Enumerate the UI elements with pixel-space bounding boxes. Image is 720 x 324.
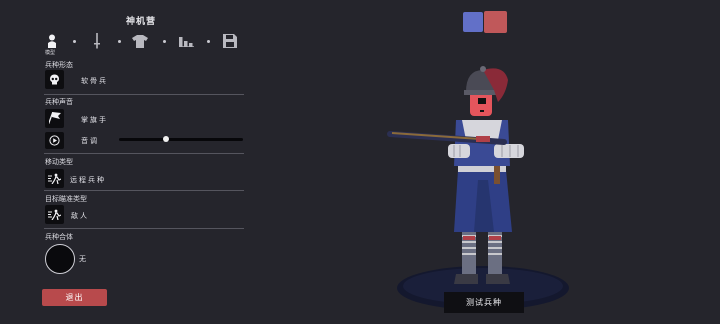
shirt-icon [132, 34, 148, 48]
tab-stats[interactable] [178, 32, 194, 50]
save-icon [223, 34, 237, 48]
unit-editor-panel: 神机营 模型 兵种形态 软骨兵 兵种声音 掌旗手 音调 移动类型 远程兵种 目标… [0, 0, 252, 324]
pitch-play-button[interactable] [45, 132, 64, 149]
team-blue-swatch[interactable] [463, 12, 483, 32]
voice-value: 掌旗手 [81, 116, 108, 124]
stats-icon [178, 35, 194, 47]
pitch-slider[interactable] [119, 136, 243, 142]
targeting-label: 目标瞄准类型 [45, 195, 87, 203]
appearance-label: 兵种形态 [45, 61, 73, 69]
exit-button[interactable]: 退出 [42, 289, 107, 306]
tab-model-label: 模型 [45, 50, 56, 56]
tab-separator-dot [163, 40, 166, 43]
sword-icon [93, 33, 101, 49]
movement-label: 移动类型 [45, 158, 73, 166]
appearance-button[interactable] [45, 70, 64, 89]
play-icon [49, 131, 60, 150]
tab-separator-dot [118, 40, 121, 43]
skull-icon [49, 70, 60, 89]
target-icon [48, 205, 62, 224]
targeting-value: 敌人 [71, 212, 89, 220]
appearance-value: 软骨兵 [81, 77, 108, 85]
targeting-button[interactable] [45, 205, 64, 224]
tab-weapons[interactable] [89, 32, 105, 50]
combine-slot-button[interactable] [45, 244, 75, 274]
divider [44, 94, 244, 95]
divider [44, 153, 244, 154]
test-unit-button[interactable]: 测试兵种 [444, 292, 524, 313]
divider [44, 228, 244, 229]
pitch-slider-thumb[interactable] [163, 136, 170, 142]
movement-icon [48, 169, 62, 188]
combine-label: 兵种合体 [45, 233, 73, 241]
team-red-swatch[interactable] [484, 11, 507, 33]
divider [44, 190, 244, 191]
pitch-label: 音调 [81, 137, 99, 145]
tab-save[interactable] [222, 32, 238, 50]
voice-label: 兵种声音 [45, 98, 73, 106]
person-icon [47, 34, 57, 48]
tab-model[interactable]: 模型 [44, 32, 60, 56]
panel-title: 神机营 [125, 17, 156, 27]
tab-separator-dot [73, 40, 76, 43]
tab-clothing[interactable] [132, 32, 148, 50]
flag-icon [47, 109, 61, 128]
movement-button[interactable] [45, 169, 64, 188]
voice-button[interactable] [45, 109, 64, 128]
unit-preview-scene [370, 60, 590, 314]
tab-separator-dot [207, 40, 210, 43]
combine-value: 无 [79, 255, 88, 263]
movement-value: 远程兵种 [70, 176, 106, 184]
editor-tabs: 模型 [44, 32, 244, 58]
